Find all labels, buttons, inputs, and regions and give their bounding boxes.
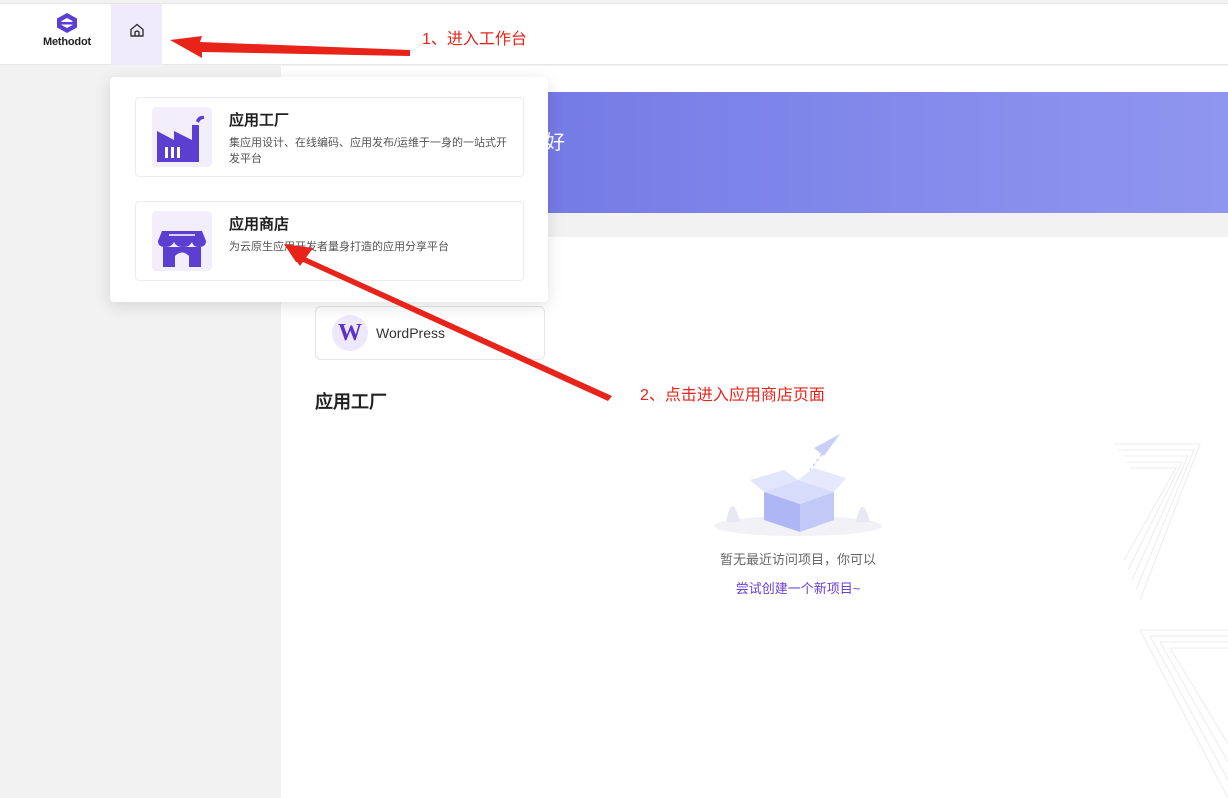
home-icon [129, 23, 144, 37]
logo-text: Methodot [43, 36, 91, 48]
app-store-title: 应用商店 [229, 216, 290, 233]
methodot-logo[interactable]: Methodot [36, 12, 98, 60]
app-store-description: 为云原生应用开发者量身打造的应用分享平台 [229, 241, 449, 253]
banner-greeting: 好 [545, 132, 565, 154]
factory-icon [152, 107, 212, 167]
wordpress-app-card[interactable]: W WordPress [315, 306, 545, 360]
factory-section-title: 应用工厂 [315, 392, 387, 412]
store-icon [152, 211, 212, 271]
decorative-lines [1114, 443, 1228, 798]
app-store-card[interactable]: 应用商店 为云原生应用开发者量身打造的应用分享平台 [135, 201, 524, 281]
annotation-step-1: 1、进入工作台 [422, 31, 527, 48]
home-workspace-button[interactable] [111, 4, 162, 65]
empty-box-illustration [714, 434, 882, 536]
annotation-step-2: 2、点击进入应用商店页面 [640, 387, 825, 404]
app-factory-description: 集应用设计、在线编码、应用发布/运维于一身的一站式开发平台 [229, 137, 508, 165]
create-project-link[interactable]: 尝试创建一个新项目~ [680, 578, 916, 597]
workspace-dropdown: 应用工厂 集应用设计、在线编码、应用发布/运维于一身的一站式开发平台 应用商店 … [110, 77, 548, 302]
empty-state-text: 暂无最近访问项目，你可以 [719, 552, 876, 567]
top-header: Methodot [0, 3, 1228, 65]
app-factory-card[interactable]: 应用工厂 集应用设计、在线编码、应用发布/运维于一身的一站式开发平台 [135, 97, 524, 177]
logo-icon [57, 13, 77, 33]
wordpress-icon: W [332, 315, 368, 351]
app-factory-title: 应用工厂 [229, 112, 290, 129]
wordpress-label: WordPress [376, 325, 445, 341]
